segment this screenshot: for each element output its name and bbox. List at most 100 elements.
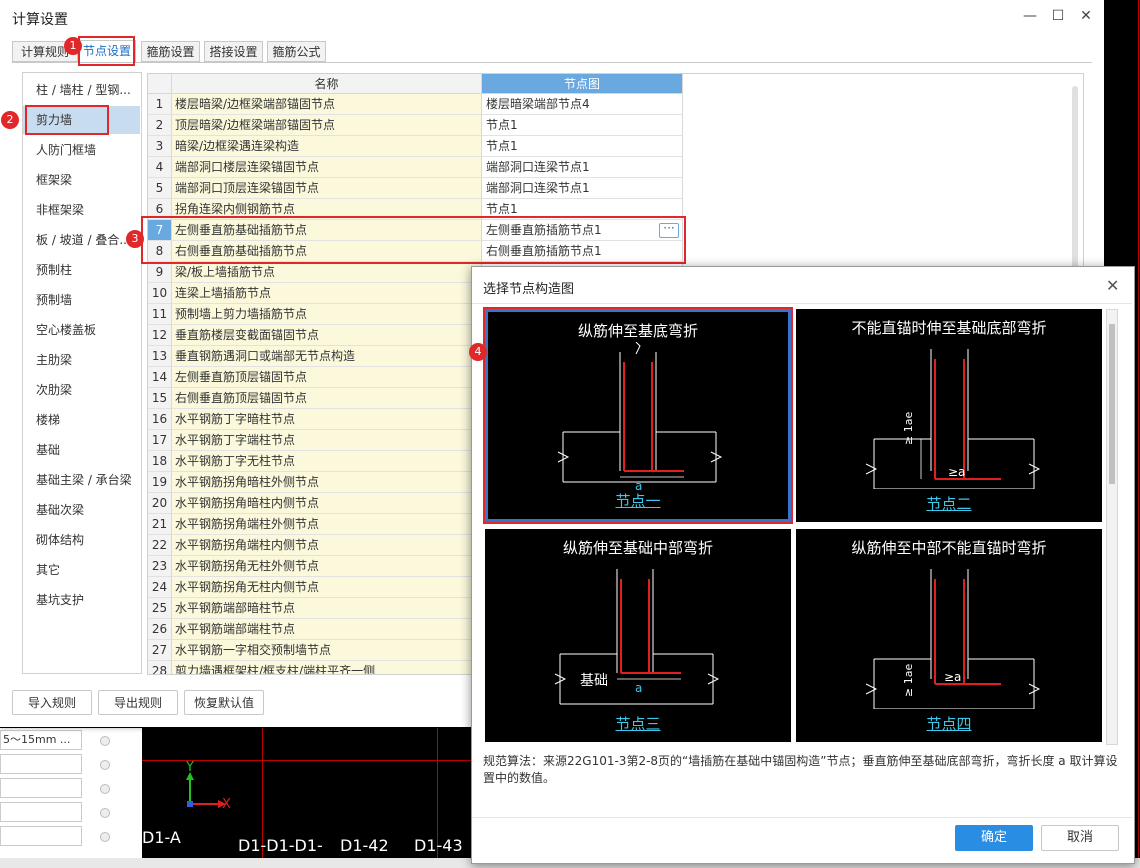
ok-button[interactable]: 确定 [955, 825, 1033, 851]
category-item[interactable]: 空心楼盖板 [23, 316, 140, 344]
row-number: 23 [148, 556, 172, 577]
import-rules-button[interactable]: 导入规则 [12, 690, 92, 715]
row-node-cell[interactable]: 端部洞口连梁节点1 [482, 178, 683, 199]
row-name-cell: 端部洞口顶层连梁锚固节点 [172, 178, 482, 199]
row-number: 1 [148, 94, 172, 115]
row-node-cell[interactable]: 节点1 [482, 136, 683, 157]
highlight-box-node [483, 307, 793, 524]
row-number: 18 [148, 451, 172, 472]
node-card-4[interactable]: 纵筋伸至中部不能直锚时弯折 ≥a ≥ 1ae 节点四 [796, 529, 1102, 742]
property-field[interactable] [0, 826, 82, 846]
row-number: 10 [148, 283, 172, 304]
row-number: 17 [148, 430, 172, 451]
table-row[interactable]: 3 暗梁/边框梁遇连梁构造 节点1 [148, 136, 683, 157]
row-number: 16 [148, 409, 172, 430]
row-number: 3 [148, 136, 172, 157]
category-item[interactable]: 其它 [23, 556, 140, 584]
radio-button[interactable] [100, 784, 110, 794]
export-rules-button[interactable]: 导出规则 [98, 690, 178, 715]
row-name-cell: 预制墙上剪力墙插筋节点 [172, 304, 482, 325]
category-item[interactable]: 基坑支护 [23, 586, 140, 614]
radio-button[interactable] [100, 736, 110, 746]
dialog-title: 计算设置 [12, 12, 68, 28]
row-name-cell: 水平钢筋丁字端柱节点 [172, 430, 482, 451]
restore-defaults-button[interactable]: 恢复默认值 [184, 690, 264, 715]
close-icon[interactable]: ✕ [1076, 8, 1096, 24]
row-name-cell: 垂直筋楼层变截面锚固节点 [172, 325, 482, 346]
row-name-cell: 垂直钢筋遇洞口或端部无节点构造 [172, 346, 482, 367]
category-item[interactable]: 人防门框墙 [23, 136, 140, 164]
category-item[interactable]: 次肋梁 [23, 376, 140, 404]
rule-description: 规范算法：来源22G101-3第2-8页的“墙插筋在基础中锚固构造”节点；垂直筋… [483, 754, 1118, 785]
table-row[interactable]: 4 端部洞口楼层连梁锚固节点 端部洞口连梁节点1 [148, 157, 683, 178]
axis-label: D1-42 [340, 836, 389, 855]
row-number: 2 [148, 115, 172, 136]
row-number: 5 [148, 178, 172, 199]
row-name-cell: 剪力墙遇框架柱/框支柱/端柱平齐一侧 [172, 661, 482, 674]
property-field[interactable]: 5～15mm ... [0, 730, 82, 750]
row-number: 19 [148, 472, 172, 493]
row-node-cell[interactable]: 楼层暗梁端部节点4 [482, 94, 683, 115]
popup-scrollbar[interactable] [1106, 309, 1118, 745]
grid-corner [148, 74, 172, 94]
category-item[interactable]: 主肋梁 [23, 346, 140, 374]
row-name-cell: 水平钢筋拐角无柱外侧节点 [172, 556, 482, 577]
table-row[interactable]: 5 端部洞口顶层连梁锚固节点 端部洞口连梁节点1 [148, 178, 683, 199]
dimension-label: ≥a [948, 465, 966, 479]
category-item[interactable]: 砌体结构 [23, 526, 140, 554]
category-item[interactable]: 柱 / 墙柱 / 型钢... [23, 76, 140, 104]
card-caption: 节点二 [926, 495, 972, 513]
select-node-dialog: 选择节点构造图 ✕ 纵筋伸至基底弯折 a 节点一 不能直锚时伸至基础底部弯折 ≥… [469, 266, 1135, 864]
table-row[interactable]: 2 顶层暗梁/边框梁端部锚固节点 节点1 [148, 115, 683, 136]
category-item[interactable]: 预制墙 [23, 286, 140, 314]
category-item[interactable]: 基础 [23, 436, 140, 464]
row-number: 11 [148, 304, 172, 325]
property-field[interactable] [0, 778, 82, 798]
category-item[interactable]: 板 / 坡道 / 叠合... [23, 226, 140, 254]
row-node-cell[interactable]: 端部洞口连梁节点1 [482, 157, 683, 178]
row-name-cell: 左侧垂直筋顶层锚固节点 [172, 367, 482, 388]
radio-button[interactable] [100, 760, 110, 770]
step-badge: 4 [469, 343, 487, 361]
property-field[interactable] [0, 754, 82, 774]
row-node-cell[interactable]: 节点1 [482, 115, 683, 136]
tab-lap-settings[interactable]: 搭接设置 [204, 41, 263, 62]
category-item[interactable]: 框架梁 [23, 166, 140, 194]
row-name-cell: 连梁上墙插筋节点 [172, 283, 482, 304]
category-item[interactable]: 非框架梁 [23, 196, 140, 224]
row-number: 28 [148, 661, 172, 674]
step-badge: 2 [1, 111, 19, 129]
category-item[interactable]: 预制柱 [23, 256, 140, 284]
row-name-cell: 楼层暗梁/边框梁端部锚固节点 [172, 94, 482, 115]
row-number: 12 [148, 325, 172, 346]
radio-button[interactable] [100, 808, 110, 818]
base-label: 基础 [580, 673, 608, 689]
row-number: 14 [148, 367, 172, 388]
row-name-cell: 水平钢筋一字相交预制墙节点 [172, 640, 482, 661]
node-card-3[interactable]: 纵筋伸至基础中部弯折 基础 a 节点三 [485, 529, 791, 742]
row-name-cell: 水平钢筋拐角无柱内侧节点 [172, 577, 482, 598]
category-item[interactable]: 楼梯 [23, 406, 140, 434]
row-name-cell: 水平钢筋端部暗柱节点 [172, 598, 482, 619]
tab-stirrup-settings[interactable]: 箍筋设置 [141, 41, 200, 62]
category-item[interactable]: 基础主梁 / 承台梁 [23, 466, 140, 494]
radio-button[interactable] [100, 832, 110, 842]
property-field[interactable] [0, 802, 82, 822]
tab-divider [12, 62, 1092, 63]
node-value: 端部洞口连梁节点1 [486, 181, 590, 195]
row-number: 13 [148, 346, 172, 367]
cancel-button[interactable]: 取消 [1041, 825, 1119, 851]
close-icon[interactable]: ✕ [1106, 276, 1119, 295]
tab-stirrup-formula[interactable]: 箍筋公式 [267, 41, 326, 62]
node-value: 端部洞口连梁节点1 [486, 160, 590, 174]
table-row[interactable]: 1 楼层暗梁/边框梁端部锚固节点 楼层暗梁端部节点4 [148, 94, 683, 115]
row-number: 4 [148, 157, 172, 178]
scrollbar-thumb[interactable] [1109, 324, 1115, 484]
row-number: 22 [148, 535, 172, 556]
maximize-icon[interactable]: ☐ [1048, 8, 1068, 24]
minimize-icon[interactable]: — [1020, 8, 1040, 24]
category-item[interactable]: 基础次梁 [23, 496, 140, 524]
node-card-2[interactable]: 不能直锚时伸至基础底部弯折 ≥a ≥ 1ae 节点二 [796, 309, 1102, 522]
node-value: 节点1 [486, 139, 518, 153]
card-title: 纵筋伸至中部不能直锚时弯折 [851, 539, 1047, 557]
